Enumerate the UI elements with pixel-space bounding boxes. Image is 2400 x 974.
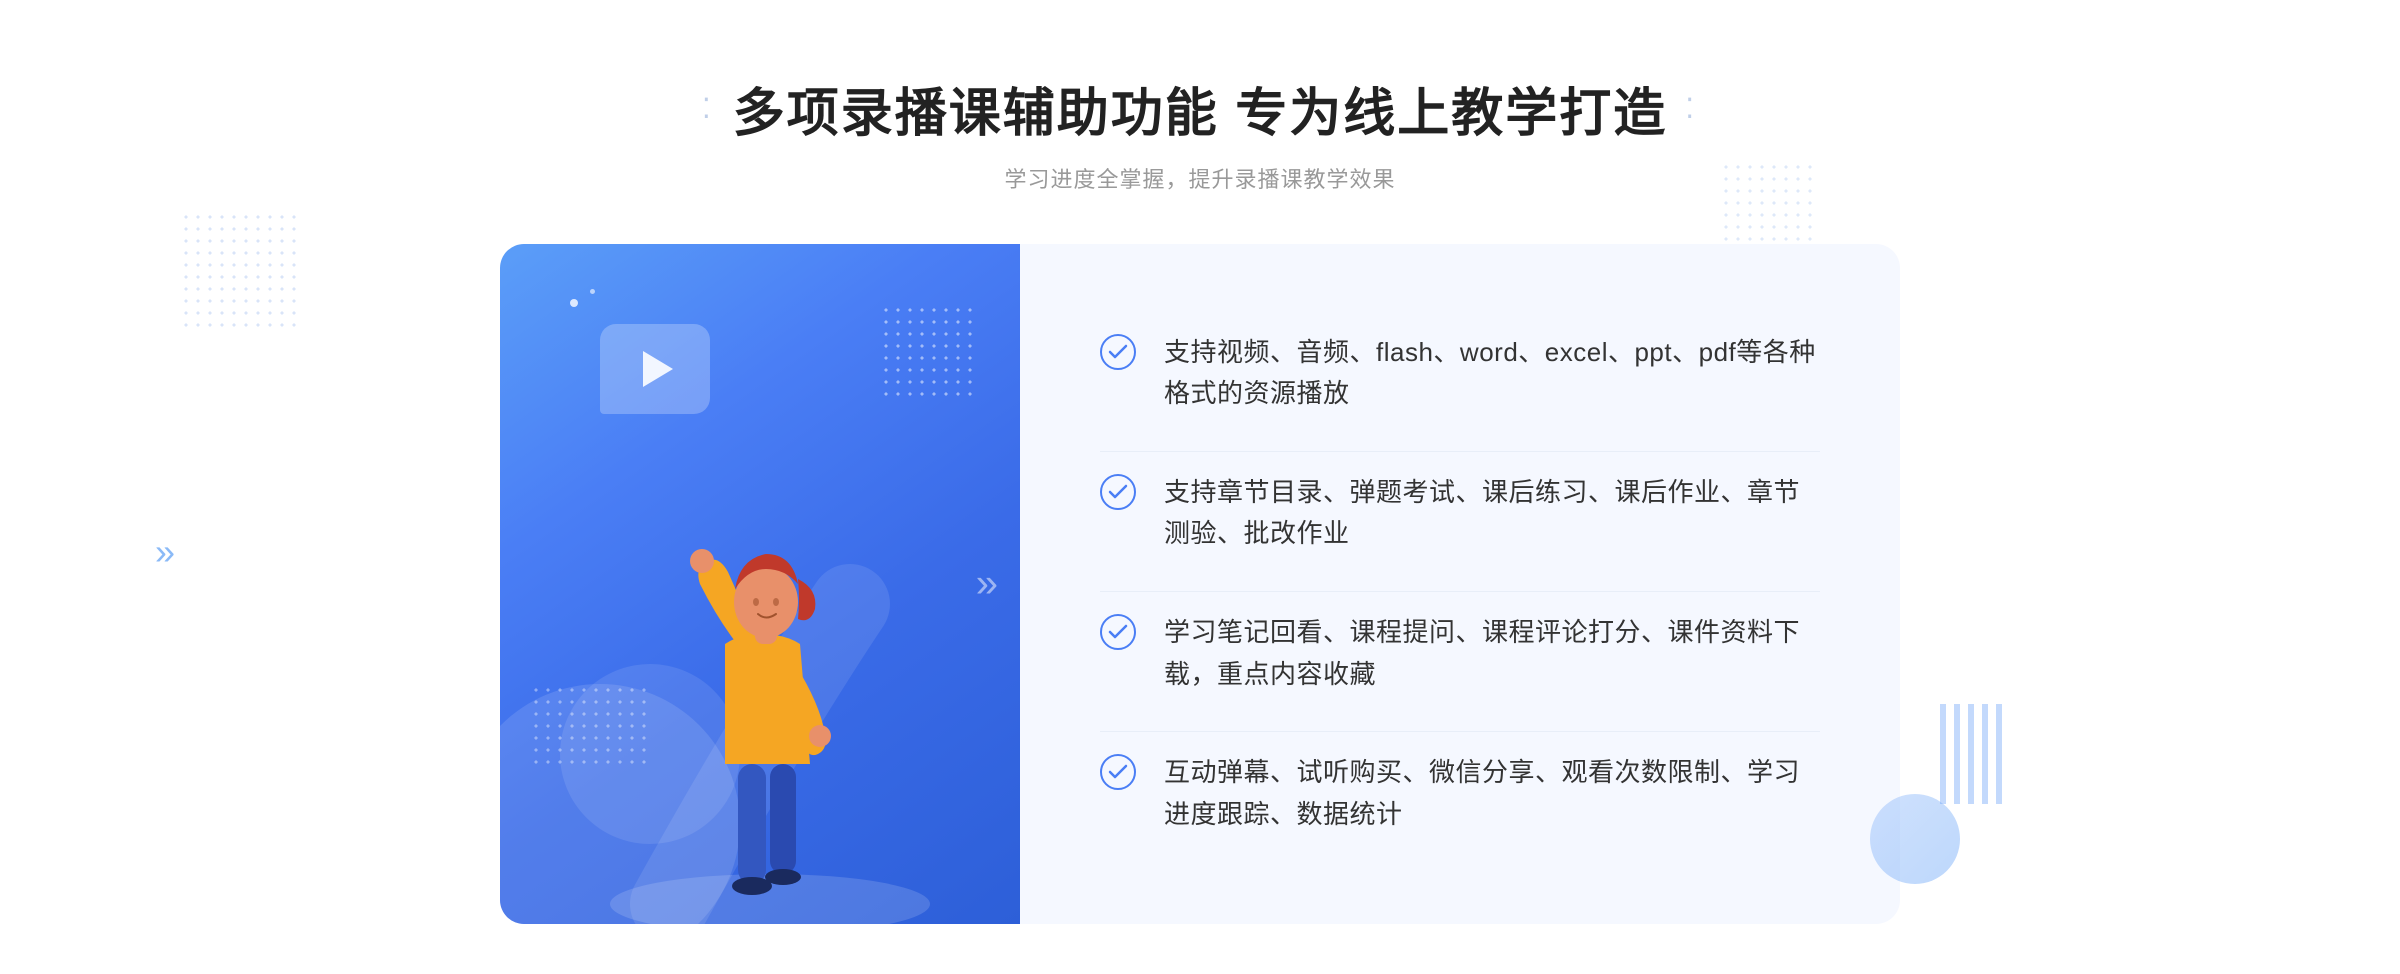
content-area: » xyxy=(500,244,1900,924)
play-icon xyxy=(643,351,673,387)
check-icon-2 xyxy=(1100,474,1136,510)
feature-text-3: 学习笔记回看、课程提问、课程评论打分、课件资料下载，重点内容收藏 xyxy=(1164,612,1820,695)
bg-dots-left xyxy=(180,211,300,331)
feature-text-2: 支持章节目录、弹题考试、课后练习、课后作业、章节测验、批改作业 xyxy=(1164,472,1820,555)
feature-item-2: 支持章节目录、弹题考试、课后练习、课后作业、章节测验、批改作业 xyxy=(1100,451,1820,575)
deco-stripes xyxy=(1940,704,2010,804)
feature-item-4: 互动弹幕、试听购买、微信分享、观看次数限制、学习进度跟踪、数据统计 xyxy=(1100,731,1820,855)
feature-item-1: 支持视频、音频、flash、word、excel、ppt、pdf等各种格式的资源… xyxy=(1100,312,1820,435)
person-illustration xyxy=(570,424,950,924)
check-icon-4 xyxy=(1100,754,1136,790)
chevron-left-decoration: » xyxy=(155,531,169,573)
check-icon-1 xyxy=(1100,334,1136,370)
check-icon-3 xyxy=(1100,614,1136,650)
feature-text-1: 支持视频、音频、flash、word、excel、ppt、pdf等各种格式的资源… xyxy=(1164,332,1820,415)
header-section: ⁚ 多项录播课辅助功能 专为线上教学打造 ⁚ 学习进度全掌握，提升录播课教学效果 xyxy=(702,71,1698,194)
page-wrapper: » ⁚ 多项录播课辅助功能 专为线上教学打造 ⁚ 学习进度全掌握，提升录播课教学… xyxy=(0,11,2400,964)
title-dots-left: ⁚ xyxy=(702,92,715,125)
illustration-panel: » xyxy=(500,244,1020,924)
content-panel: 支持视频、音频、flash、word、excel、ppt、pdf等各种格式的资源… xyxy=(1020,244,1900,924)
feature-item-3: 学习笔记回看、课程提问、课程评论打分、课件资料下载，重点内容收藏 xyxy=(1100,591,1820,715)
feature-text-4: 互动弹幕、试听购买、微信分享、观看次数限制、学习进度跟踪、数据统计 xyxy=(1164,752,1820,835)
illus-chevron-right: » xyxy=(976,561,990,606)
subtitle: 学习进度全掌握，提升录播课教学效果 xyxy=(702,162,1698,194)
illus-dots-grid xyxy=(880,304,980,404)
deco-circle-outer xyxy=(1870,794,1960,884)
title-row: ⁚ 多项录播课辅助功能 专为线上教学打造 ⁚ xyxy=(702,71,1698,146)
title-dots-right: ⁚ xyxy=(1685,92,1698,125)
sparkle-dot-1 xyxy=(570,299,578,307)
main-title: 多项录播课辅助功能 专为线上教学打造 xyxy=(733,71,1667,146)
play-bubble xyxy=(600,324,710,414)
sparkle-dot-2 xyxy=(590,289,595,294)
